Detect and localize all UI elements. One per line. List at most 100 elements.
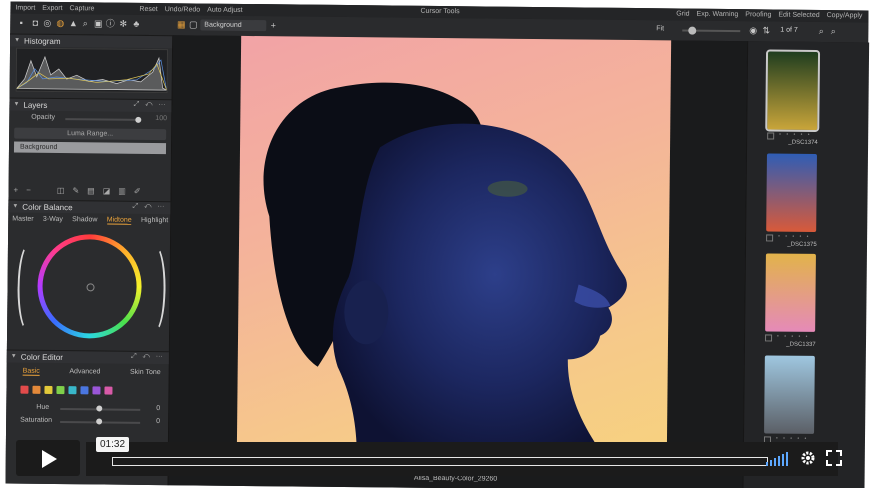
collapse-chevron-icon[interactable]: ▼ [13, 102, 19, 108]
tab-shadow[interactable]: Shadow [72, 216, 97, 224]
opacity-slider-thumb[interactable] [135, 116, 142, 123]
play-icon [42, 450, 57, 468]
remove-layer-icon[interactable]: − [26, 186, 31, 196]
info-icon[interactable]: ⓘ [105, 19, 115, 29]
brush-icon[interactable]: ✎ [72, 186, 79, 196]
layers-header-tools[interactable]: ⤢ ↶ ⋯ [133, 101, 167, 109]
collapse-chevron-icon[interactable]: ▼ [11, 354, 17, 360]
video-frame: Import Export Capture Reset Undo/Redo Au… [0, 0, 872, 488]
color-tool-icon[interactable]: ◍ [55, 18, 65, 28]
color-wheel-handle[interactable] [86, 283, 95, 292]
thumbnail[interactable] [765, 253, 816, 332]
menu-undo-redo[interactable]: Undo/Redo [165, 6, 200, 13]
color-swatch[interactable] [104, 386, 113, 395]
add-layer-icon[interactable]: + [268, 20, 278, 30]
saturation-arc-right[interactable] [143, 244, 166, 334]
color-swatch[interactable] [20, 385, 29, 394]
color-swatch[interactable] [92, 386, 101, 395]
progress-bar[interactable] [112, 457, 768, 466]
fill-icon[interactable]: ▥ [118, 187, 126, 197]
menu-cursor-tools[interactable]: Cursor Tools [420, 8, 459, 15]
menu-edit-selected[interactable]: Edit Selected [778, 12, 819, 19]
collapse-chevron-icon[interactable]: ▼ [14, 38, 20, 44]
single-view-icon[interactable]: ▢ [188, 19, 198, 29]
layers-header[interactable]: ▼ Layers ⤢ ↶ ⋯ [9, 97, 172, 113]
histogram-header[interactable]: ▼ Histogram [10, 33, 173, 49]
volume-icon[interactable] [766, 452, 788, 466]
gradient-icon[interactable]: ▤ [87, 186, 95, 196]
thumbnail-checkbox[interactable] [766, 234, 774, 242]
color-swatch[interactable] [80, 386, 89, 395]
saturation-value[interactable]: 0 [156, 418, 160, 425]
thumbnail-checkbox[interactable] [765, 334, 773, 342]
collapse-chevron-icon[interactable]: ▼ [12, 204, 18, 210]
rating-stars[interactable]: • • • • • [778, 234, 838, 241]
video-player-controls: 01:32 [14, 437, 858, 478]
tab-basic[interactable]: Basic [22, 367, 40, 376]
color-balance-header-tools[interactable]: ⤢ ↶ ⋯ [132, 203, 166, 211]
camera-icon[interactable]: ◘ [30, 18, 40, 28]
mask-icon[interactable]: ◫ [57, 186, 65, 196]
rating-stars[interactable]: • • • • • [777, 334, 837, 341]
exposure-icon[interactable]: ▲ [68, 18, 78, 28]
color-swatch[interactable] [56, 386, 65, 395]
color-swatch[interactable] [44, 385, 53, 394]
picker-icon[interactable]: ✐ [134, 187, 141, 197]
color-swatch[interactable] [32, 385, 41, 394]
search-browser-icon[interactable]: ⌕ [816, 26, 826, 36]
luma-range-button[interactable]: Luma Range... [14, 127, 167, 141]
gear-icon[interactable]: ✻ [118, 19, 128, 29]
add-layer-icon[interactable]: + [14, 186, 19, 196]
menu-copy-apply[interactable]: Copy/Apply [827, 12, 863, 19]
sort-icon[interactable]: ⇅ [761, 25, 771, 35]
image-viewer[interactable]: Alisa_Beauty-Color_29260 [168, 35, 748, 488]
zoom-fit-label[interactable]: Fit [656, 25, 664, 32]
styles-icon[interactable]: ♣ [131, 19, 141, 29]
eraser-icon[interactable]: ◪ [103, 186, 111, 196]
opacity-value[interactable]: 100 [155, 115, 167, 122]
hue-value[interactable]: 0 [156, 405, 160, 412]
opacity-slider[interactable] [65, 118, 140, 121]
color-balance-title: Color Balance [22, 202, 73, 212]
thumbnail[interactable] [765, 49, 821, 132]
lens-icon[interactable]: ◎ [42, 18, 52, 28]
folder-icon[interactable]: ▪ [16, 18, 26, 28]
thumbnail-caption: _DSC1337 [786, 341, 816, 348]
grid-view-icon[interactable]: ▦ [176, 19, 186, 29]
layer-background[interactable]: Background [13, 141, 167, 155]
settings-gear-icon[interactable] [800, 450, 816, 466]
menu-grid[interactable]: Grid [676, 10, 689, 17]
color-editor-header-tools[interactable]: ⤢ ↶ ⋯ [131, 353, 165, 361]
thumbnail[interactable] [764, 355, 815, 434]
tab-3-way[interactable]: 3-Way [43, 216, 63, 224]
page-counter: 1 of 7 [780, 26, 798, 34]
details-icon[interactable]: ▣ [93, 18, 103, 28]
tab-advanced[interactable]: Advanced [69, 368, 100, 376]
rating-stars[interactable]: • • • • • [779, 132, 839, 139]
fullscreen-icon[interactable] [826, 450, 842, 466]
zoom-slider[interactable] [682, 29, 741, 33]
layer-select[interactable]: Background [200, 19, 267, 32]
thumbnail[interactable] [766, 153, 817, 232]
color-balance-header[interactable]: ▼ Color Balance ⤢ ↶ ⋯ [8, 199, 171, 215]
menu-reset[interactable]: Reset [139, 5, 157, 12]
filter-icon[interactable]: ⌕ [828, 26, 838, 36]
play-button[interactable] [16, 440, 80, 476]
color-editor-header[interactable]: ▼ Color Editor ⤢ ↶ ⋯ [6, 349, 169, 365]
hue-slider-thumb[interactable] [96, 405, 103, 412]
menu-capture[interactable]: Capture [70, 5, 95, 12]
saturation-slider-thumb[interactable] [96, 418, 103, 425]
tab-master[interactable]: Master [12, 216, 33, 224]
menu-auto-adjust[interactable]: Auto Adjust [207, 6, 242, 13]
menu-proofing[interactable]: Proofing [745, 11, 771, 18]
menu-import[interactable]: Import [15, 4, 35, 11]
tab-skin-tone[interactable]: Skin Tone [130, 369, 161, 377]
tab-highlight[interactable]: Highlight [141, 217, 168, 225]
menu-exp-warning[interactable]: Exp. Warning [697, 11, 739, 18]
tab-midtone[interactable]: Midtone [106, 216, 132, 225]
image-browser: • • • • • _DSC1374 • • • • • _DSC1375 • • • … [742, 41, 870, 488]
search-icon[interactable]: ⌕ [80, 18, 90, 28]
eye-icon[interactable]: ◉ [748, 25, 758, 35]
menu-export[interactable]: Export [42, 4, 62, 11]
color-swatch[interactable] [68, 386, 77, 395]
